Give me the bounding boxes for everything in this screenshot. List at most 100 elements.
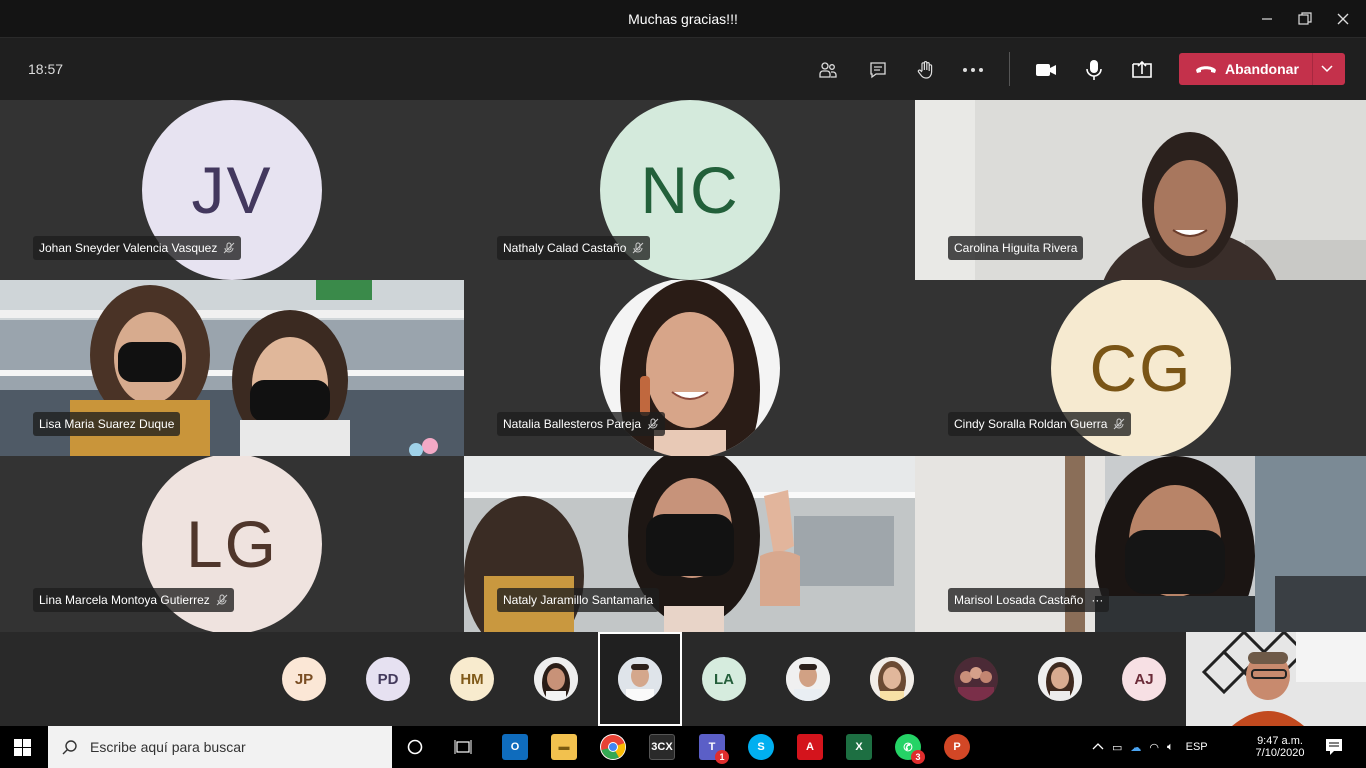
participant-name-tag: Lisa Maria Suarez Duque [33,412,181,436]
camera-button[interactable] [1030,54,1062,86]
participant-avatar[interactable]: AJ [1122,657,1166,701]
participant-tile[interactable]: NC Nathaly Calad Castaño [464,100,915,280]
language-indicator[interactable]: ESP [1186,741,1208,753]
participant-name: Natalia Ballesteros Pareja [503,417,642,431]
search-icon [62,740,77,755]
excel-icon[interactable]: X [846,734,872,760]
restore-icon [1298,12,1312,25]
mic-off-icon [216,594,228,606]
participant-avatar[interactable]: HM [450,657,494,701]
windows-taskbar: Escribe aquí para buscar O ▬ 3CX T1 S A … [0,726,1366,768]
microphone-button[interactable] [1078,54,1110,86]
participant-name-tag: Marisol Losada Castaño ··· [948,588,1110,612]
action-center-button[interactable] [1325,738,1343,761]
participant-name: Nataly Jaramillo Santamaria [503,593,654,607]
powerpoint-icon[interactable]: P [944,734,970,760]
participant-photo[interactable] [534,657,578,701]
raise-hand-button[interactable] [909,54,941,86]
cortana-icon [407,739,423,755]
participant-photo[interactable] [1038,657,1082,701]
share-screen-icon [1132,60,1152,78]
3cx-icon[interactable]: 3CX [649,734,675,760]
participant-photo[interactable] [954,657,998,701]
participant-tile[interactable]: LG Lina Marcela Montoya Gutierrez [0,456,464,632]
participant-name: Lina Marcela Montoya Gutierrez [39,593,210,607]
task-view-button[interactable] [454,738,472,761]
file-explorer-icon[interactable]: ▬ [551,734,577,760]
share-screen-button[interactable] [1126,54,1158,86]
participant-name-tag: Carolina Higuita Rivera [948,236,1084,260]
participant-tile[interactable]: CG Cindy Soralla Roldan Guerra [915,280,1366,456]
participant-tile[interactable]: Lisa Maria Suarez Duque [0,280,464,456]
battery-icon[interactable]: ▭ [1112,741,1122,754]
close-icon [1337,13,1349,25]
participant-name: Johan Sneyder Valencia Vasquez [39,241,218,255]
leave-button[interactable]: Abandonar [1179,53,1345,85]
clock[interactable]: 9:47 a.m. 7/10/2020 [1250,726,1310,768]
cortana-button[interactable] [407,739,423,760]
title-bar: Muchas gracias!!! [0,0,1366,38]
leave-divider [1312,53,1313,85]
participant-picture [954,657,998,701]
search-box[interactable]: Escribe aquí para buscar [48,726,392,768]
participant-tile[interactable]: Natalia Ballesteros Pareja [464,280,915,456]
participant-name-tag: Johan Sneyder Valencia Vasquez [33,236,242,260]
participant-name: Marisol Losada Castaño [954,593,1084,607]
participant-name-tag: Cindy Soralla Roldan Guerra [948,412,1132,436]
mic-off-icon [223,242,235,254]
outlook-icon[interactable]: O [502,734,528,760]
participants-button[interactable] [812,54,844,86]
participant-photo[interactable] [870,657,914,701]
participant-tile[interactable]: JV Johan Sneyder Valencia Vasquez [0,100,464,280]
wifi-icon[interactable]: ◠ [1149,741,1159,754]
whatsapp-icon[interactable]: ✆ 3 [895,734,925,764]
teams-badge: 1 [715,750,729,764]
system-tray: ▭ ☁ ◠ 🔈︎ ESP [1092,726,1224,768]
video-grid: JV Johan Sneyder Valencia Vasquez NC Nat… [0,100,1366,632]
participant-name-tag: Lina Marcela Montoya Gutierrez [33,588,234,612]
mic-off-icon [1114,418,1125,430]
onedrive-icon[interactable]: ☁ [1130,741,1141,754]
hand-icon [917,61,933,79]
participant-tile[interactable]: Nataly Jaramillo Santamaria [464,456,915,632]
participant-name: Carolina Higuita Rivera [954,241,1078,255]
participant-picture [786,657,830,701]
participant-name-tag: Nataly Jaramillo Santamaria [497,588,660,612]
participant-name: Nathaly Calad Castaño [503,241,627,255]
more-actions-button[interactable] [957,54,989,86]
clock-time: 9:47 a.m. [1257,735,1303,747]
chrome-icon[interactable] [600,734,626,760]
participant-avatar[interactable]: LA [702,657,746,701]
teams-icon[interactable]: T1 [699,734,729,764]
participant-picture [618,657,662,701]
participant-photo[interactable] [786,657,830,701]
volume-icon[interactable]: 🔈︎ [1167,741,1174,754]
participant-avatar[interactable]: JP [282,657,326,701]
meeting-timer: 18:57 [28,61,64,77]
mic-off-icon [647,418,659,430]
participant-photo[interactable] [618,657,662,701]
minimize-icon [1262,18,1272,20]
participant-tile[interactable]: Marisol Losada Castaño ··· [915,456,1366,632]
participant-tile[interactable]: Carolina Higuita Rivera [915,100,1366,280]
more-options-icon[interactable]: ··· [1091,593,1103,607]
start-button[interactable] [14,739,31,761]
windows-logo-icon [14,739,31,756]
self-view-video[interactable] [1186,632,1366,726]
chevron-up-icon[interactable] [1092,741,1104,753]
hang-up-icon [1196,66,1216,73]
notifications-icon [1326,739,1342,755]
people-icon [819,62,837,78]
participant-name-tag: Nathaly Calad Castaño [497,236,651,260]
chevron-down-icon[interactable] [1319,60,1335,76]
chat-button[interactable] [862,54,894,86]
skype-icon[interactable]: S [748,734,774,760]
participant-avatar[interactable]: PD [366,657,410,701]
chat-icon [870,62,886,79]
close-button[interactable] [1320,0,1366,38]
window-title: Muchas gracias!!! [628,11,738,27]
whatsapp-badge: 3 [911,750,925,764]
acrobat-icon[interactable]: A [797,734,823,760]
camera-icon [1036,64,1056,76]
search-placeholder: Escribe aquí para buscar [90,739,246,755]
